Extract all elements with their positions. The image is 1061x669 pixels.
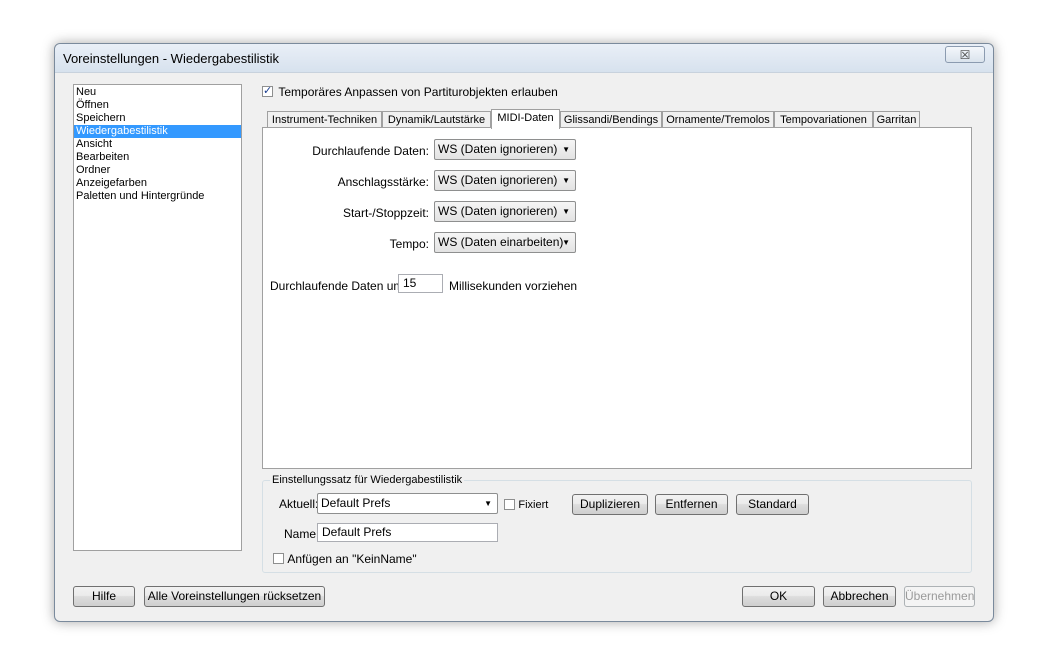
chevron-down-icon: ▼	[562, 145, 570, 154]
advance-ms-input[interactable]: 15	[398, 274, 443, 293]
category-item-speichern[interactable]: Speichern	[74, 112, 241, 125]
category-item-ordner[interactable]: Ordner	[74, 164, 241, 177]
chevron-down-icon: ▼	[484, 499, 492, 508]
append-option[interactable]: Anfügen an "KeinName"	[273, 551, 417, 566]
preset-name-label: Name:	[284, 527, 320, 541]
reset-all-button[interactable]: Alle Voreinstellungen rücksetzen	[144, 586, 325, 607]
temporary-adjust-label: Temporäres Anpassen von Partiturobjekten…	[278, 84, 558, 99]
category-item-anzeigefarben[interactable]: Anzeigefarben	[74, 177, 241, 190]
append-checkbox[interactable]	[273, 553, 284, 565]
standard-button[interactable]: Standard	[736, 494, 809, 515]
fixed-option[interactable]: Fixiert	[504, 497, 548, 511]
help-button[interactable]: Hilfe	[73, 586, 135, 607]
current-preset-label: Aktuell:	[279, 497, 319, 511]
start-stop-value: WS (Daten ignorieren)	[438, 204, 558, 218]
dialog-content: Neu Öffnen Speichern Wiedergabestilistik…	[61, 74, 987, 615]
remove-button[interactable]: Entfernen	[655, 494, 728, 515]
current-preset-value: Default Prefs	[321, 496, 391, 510]
title-bar[interactable]: Voreinstellungen - Wiedergabestilistik ☒	[55, 44, 993, 73]
apply-button[interactable]: Übernehmen	[904, 586, 975, 607]
current-preset-dropdown[interactable]: Default Prefs ▼	[317, 493, 498, 514]
category-item-oeffnen[interactable]: Öffnen	[74, 99, 241, 112]
category-item-ansicht[interactable]: Ansicht	[74, 138, 241, 151]
advance-label: Durchlaufende Daten um:	[270, 279, 407, 293]
continuous-data-label: Durchlaufende Daten:	[312, 144, 429, 158]
close-button[interactable]: ☒	[945, 46, 985, 63]
category-item-bearbeiten[interactable]: Bearbeiten	[74, 151, 241, 164]
chevron-down-icon: ▼	[562, 238, 570, 247]
tempo-value: WS (Daten einarbeiten)	[438, 235, 564, 249]
start-stop-label: Start-/Stoppzeit:	[342, 206, 429, 220]
preset-group-title: Einstellungssatz für Wiedergabestilistik	[270, 474, 465, 486]
tab-garritan[interactable]: Garritan	[873, 111, 920, 128]
tab-dynamik-lautstaerke[interactable]: Dynamik/Lautstärke	[382, 111, 491, 128]
ok-button[interactable]: OK	[742, 586, 815, 607]
fixed-checkbox[interactable]	[504, 499, 515, 511]
start-stop-dropdown[interactable]: WS (Daten ignorieren) ▼	[434, 201, 576, 222]
midi-tab-page: Durchlaufende Daten: WS (Daten ignoriere…	[262, 127, 972, 469]
settings-panel: Temporäres Anpassen von Partiturobjekten…	[260, 74, 987, 615]
temporary-adjust-option[interactable]: Temporäres Anpassen von Partiturobjekten…	[262, 84, 558, 99]
tempo-dropdown[interactable]: WS (Daten einarbeiten) ▼	[434, 232, 576, 253]
chevron-down-icon: ▼	[562, 176, 570, 185]
temporary-adjust-checkbox[interactable]	[262, 84, 273, 98]
tab-midi-daten[interactable]: MIDI-Daten	[491, 109, 560, 129]
duplicate-button[interactable]: Duplizieren	[572, 494, 648, 515]
tab-instrument-techniken[interactable]: Instrument-Techniken	[267, 111, 382, 128]
category-item-neu[interactable]: Neu	[74, 86, 241, 99]
chevron-down-icon: ▼	[562, 207, 570, 216]
category-item-wiedergabestilistik[interactable]: Wiedergabestilistik	[74, 125, 241, 138]
append-label: Anfügen an "KeinName"	[287, 551, 417, 566]
continuous-data-dropdown[interactable]: WS (Daten ignorieren) ▼	[434, 139, 576, 160]
fixed-label: Fixiert	[518, 498, 549, 511]
tab-tempovariationen[interactable]: Tempovariationen	[774, 111, 873, 128]
velocity-value: WS (Daten ignorieren)	[438, 173, 558, 187]
tempo-label: Tempo:	[389, 237, 429, 251]
velocity-dropdown[interactable]: WS (Daten ignorieren) ▼	[434, 170, 576, 191]
category-list[interactable]: Neu Öffnen Speichern Wiedergabestilistik…	[73, 84, 242, 551]
preferences-dialog: Voreinstellungen - Wiedergabestilistik ☒…	[54, 43, 994, 622]
tab-glissandi-bendings[interactable]: Glissandi/Bendings	[560, 111, 662, 128]
preset-name-input[interactable]: Default Prefs	[317, 523, 498, 542]
category-item-paletten[interactable]: Paletten und Hintergründe	[74, 190, 241, 203]
continuous-data-value: WS (Daten ignorieren)	[438, 142, 558, 156]
velocity-label: Anschlagsstärke:	[337, 175, 429, 189]
close-icon: ☒	[959, 48, 971, 62]
cancel-button[interactable]: Abbrechen	[823, 586, 896, 607]
tab-ornamente-tremolos[interactable]: Ornamente/Tremolos	[662, 111, 774, 128]
window-title: Voreinstellungen - Wiedergabestilistik	[63, 51, 280, 66]
preset-groupbox: Einstellungssatz für Wiedergabestilistik…	[262, 474, 972, 573]
advance-unit-label: Millisekunden vorziehen	[449, 279, 578, 293]
